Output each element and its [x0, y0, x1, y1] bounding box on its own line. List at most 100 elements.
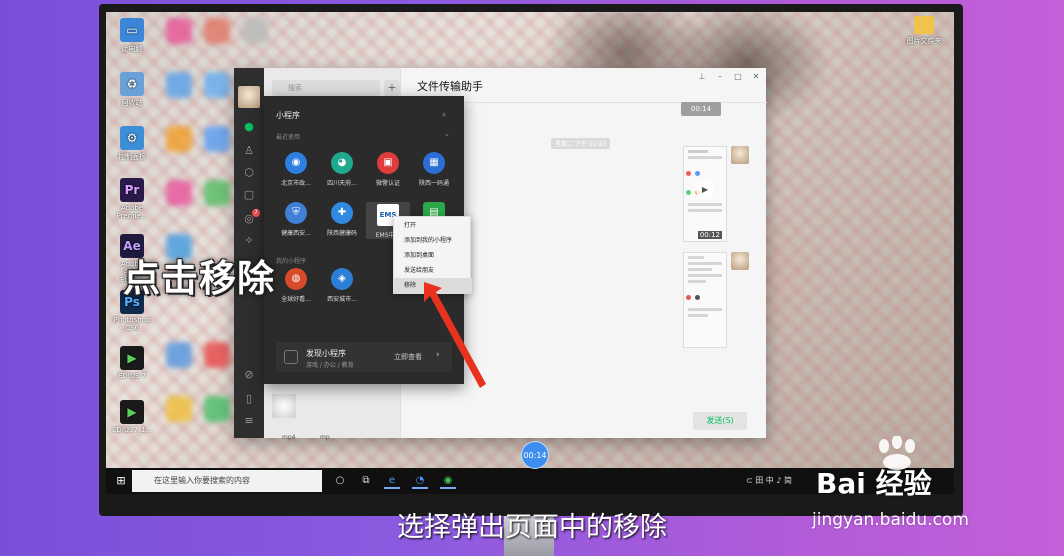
menu-item-add-to-desktop[interactable]: 添加到桌面 — [394, 248, 472, 263]
menu-item-open[interactable]: 打开 — [394, 218, 472, 233]
edius-icon: ▶ — [120, 400, 144, 424]
desktop-icon-control-panel[interactable]: ⚙ 控制面板 — [112, 126, 152, 162]
mini-program-icon[interactable]: ✧ — [242, 234, 256, 248]
taskbar-search-input[interactable]: 在这里输入你要搜索的内容 — [132, 470, 322, 492]
control-panel-icon: ⚙ — [120, 126, 144, 150]
contact-avatar — [272, 394, 296, 418]
edius-icon: ▶ — [120, 346, 144, 370]
mini-app-label: 西安城市... — [327, 296, 357, 303]
menu-item-add-to-my[interactable]: 添加到我的小程序 — [394, 233, 472, 248]
windows-start-icon[interactable]: ⊞ — [114, 474, 128, 488]
contact-label: mp4 — [282, 434, 296, 441]
recent-label: 最近使用 — [276, 134, 301, 141]
overlay-instruction-title: 点击移除 — [123, 257, 275, 300]
cross-icon: ✚ — [331, 202, 353, 224]
premiere-icon: Pr — [120, 178, 144, 202]
qr-icon: ▦ — [423, 152, 445, 174]
mini-app-item[interactable]: ◉ 北京市政... — [274, 152, 318, 187]
video-duration: 00:12 — [697, 231, 722, 239]
computer-icon: ▭ — [120, 18, 144, 42]
mini-app-item[interactable]: ▣ 微警认证 — [366, 152, 410, 187]
compass-icon[interactable]: ⊘ — [242, 368, 256, 382]
discover-icon — [284, 350, 298, 364]
chat-icon[interactable]: ● — [242, 120, 256, 134]
video-message-time[interactable]: 00:14 — [681, 102, 721, 116]
search-icon[interactable]: ⌕ — [442, 110, 446, 120]
mini-app-label: 陕西健康码 — [326, 230, 357, 237]
mini-program-title: 小程序 — [276, 111, 300, 120]
desktop-icon-edius-2[interactable]: ▶ EDIUS7_1... — [112, 400, 153, 434]
red-arrow-annotation — [424, 282, 486, 388]
play-icon[interactable]: ▶ — [696, 181, 714, 199]
desktop-icon-label: 回收站 — [121, 99, 143, 107]
files-icon[interactable]: ▢ — [242, 188, 256, 202]
image-message[interactable] — [683, 252, 727, 348]
browser-icon[interactable]: ◔ — [412, 473, 428, 489]
box-icon[interactable]: ⬡ — [242, 166, 256, 180]
shield-icon: ⛨ — [285, 202, 307, 224]
baidu-watermark: Bai 经验 — [812, 462, 1012, 502]
phone-icon[interactable]: ▯ — [242, 392, 256, 406]
recycle-bin-icon: ♻ — [120, 72, 144, 96]
folder-icon — [914, 16, 934, 34]
close-button[interactable]: ✕ — [751, 72, 761, 81]
chat-list-item[interactable] — [264, 388, 400, 424]
desktop-icon-premiere[interactable]: Pr Adobe Premie... — [112, 178, 152, 220]
panda-icon: ◕ — [331, 152, 353, 174]
desktop-icons: ▭ 此电脑 ♻ 回收站 ⚙ 控制面板 Pr Adobe Premie... Ae… — [106, 12, 166, 452]
add-button[interactable]: + — [384, 80, 400, 96]
desktop-icon-label: EDIUS7_1... — [112, 426, 153, 434]
mini-app-item[interactable]: ◈ 西安城市... — [320, 268, 364, 303]
task-view-icon[interactable]: ⧉ — [358, 473, 374, 489]
maximize-button[interactable]: □ — [733, 72, 743, 81]
baidu-logo-text: Bai 经验 — [816, 467, 932, 500]
search-input[interactable]: 搜索 — [272, 80, 380, 96]
mini-app-label: 陕西一码通 — [418, 180, 449, 187]
folder-label: 图片文件夹 — [906, 37, 942, 45]
mini-app-item[interactable]: ✚ 陕西健康码 — [320, 202, 364, 237]
send-button[interactable]: 发送(S) — [693, 412, 747, 430]
system-tray[interactable]: ⊂ 田 中 ♪ 简 — [746, 475, 792, 486]
mini-app-label: 四川天府... — [327, 180, 357, 187]
user-avatar[interactable] — [238, 86, 260, 108]
sender-avatar — [731, 252, 749, 270]
city-icon: ◈ — [331, 268, 353, 290]
my-mini-programs-label: 我的小程序 — [276, 258, 307, 265]
desktop-icon-label: Adobe Premie... — [116, 204, 148, 220]
contact-label: mp — [320, 434, 330, 441]
mini-app-label: 健康西安... — [281, 230, 311, 237]
desktop-icon-label: EDIUS 7 — [117, 372, 147, 380]
desktop-icon-label: 控制面板 — [118, 153, 146, 161]
mini-app-item[interactable]: ⛨ 健康西安... — [274, 202, 318, 237]
discover-title: 发现小程序 — [306, 349, 346, 358]
pin-icon[interactable]: ⊥ — [697, 72, 707, 81]
minimize-button[interactable]: – — [715, 72, 725, 81]
mini-app-item[interactable]: ▦ 陕西一码通 — [412, 152, 456, 187]
globe-icon: ◍ — [285, 268, 307, 290]
mini-app-label: 全球好看... — [281, 296, 311, 303]
cortana-icon[interactable]: ○ — [332, 473, 348, 489]
desktop-icon-recycle-bin[interactable]: ♻ 回收站 — [112, 72, 152, 108]
menu-icon[interactable]: ≡ — [242, 414, 256, 428]
sender-avatar — [731, 146, 749, 164]
video-progress-time: 00:14 — [521, 441, 549, 469]
desktop-folder[interactable]: 图片文件夹 — [904, 16, 944, 46]
mini-app-label: 北京市政... — [281, 180, 311, 187]
discover-subtitle: 游戏 / 办公 / 教育 — [306, 362, 354, 369]
contacts-icon[interactable]: ♙ — [242, 144, 256, 158]
message-timestamp: 星期二 下午 02:43 — [551, 138, 611, 149]
mini-app-item[interactable]: ◍ 全球好看... — [274, 268, 318, 303]
desktop-icon-edius[interactable]: ▶ EDIUS 7 — [112, 346, 152, 380]
desktop-icon-computer[interactable]: ▭ 此电脑 — [112, 18, 152, 54]
video-subtitle: 选择弹出页面中的移除 — [397, 512, 667, 543]
chevron-down-icon[interactable]: ⌄ — [444, 130, 450, 138]
discover-action[interactable]: 立即查看 — [394, 352, 422, 362]
mini-app-item[interactable]: ◕ 四川天府... — [320, 152, 364, 187]
edge-icon[interactable]: e — [384, 473, 400, 489]
video-message[interactable]: ▶ 00:12 — [683, 146, 727, 242]
mini-app-label: 微警认证 — [375, 180, 400, 187]
app-icon: ◉ — [285, 152, 307, 174]
badge-icon: ▣ — [377, 152, 399, 174]
menu-item-send-to-friend[interactable]: 发送给朋友 — [394, 263, 472, 278]
wechat-taskbar-icon[interactable]: ◉ — [440, 473, 456, 489]
